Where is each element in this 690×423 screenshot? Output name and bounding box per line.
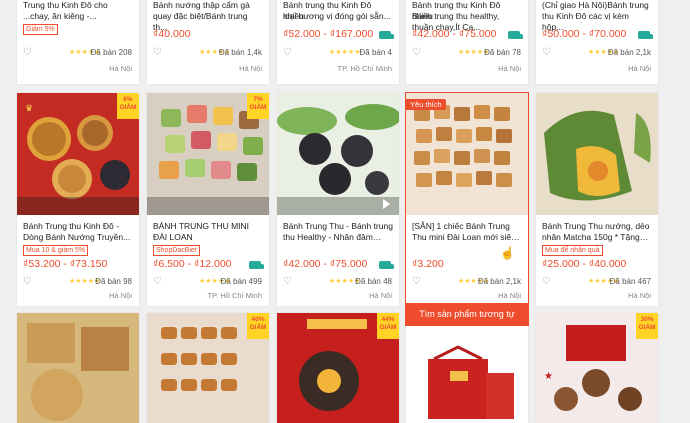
product-price: ₫50.000 - ₫70.000 xyxy=(542,28,627,40)
sold-count: Đã bán 98 xyxy=(95,277,132,286)
shop-location: TP. Hồ Chí Minh xyxy=(207,291,262,300)
sold-count: Đã bán 208 xyxy=(90,48,132,57)
promo-tag: Mua để nhận quà xyxy=(542,245,603,256)
svg-text:♛: ♛ xyxy=(25,103,33,113)
product-price: ₫3.200 xyxy=(412,258,444,270)
product-title: loại hương vị đóng gói sẵn... xyxy=(283,11,391,21)
sold-count: Đã bán 78 xyxy=(484,48,521,57)
heart-icon[interactable]: ♡ xyxy=(23,48,32,58)
product-card-top-4[interactable]: Bánh trung thu Kinh Đô nhiều Bánh trung … xyxy=(406,0,528,84)
product-card-top-1[interactable]: Trung thu Kinh Đô cho ...chay, ăn kiêng … xyxy=(17,0,139,84)
product-image[interactable] xyxy=(17,313,139,423)
freeship-truck-icon xyxy=(638,31,653,39)
product-title: [SẴN] 1 chiếc Bánh Trung Thu mini Đài Lo… xyxy=(412,221,516,242)
shop-location: Hà Nội xyxy=(628,291,651,300)
sold-count: Đã bán 2,1k xyxy=(477,277,521,286)
product-card-3[interactable]: Bánh Trung Thu - Bánh trung thu Healthy … xyxy=(277,93,399,306)
product-card-1[interactable]: ♛ 6% GIẢM Bánh Trung thu Kinh Đô - Dòng … xyxy=(17,93,139,306)
product-card-4[interactable]: Yêu thích [SẴN] 1 chiếc Bánh Trung Thu m… xyxy=(405,92,529,326)
heart-icon[interactable]: ♡ xyxy=(542,277,551,287)
hand-cursor-icon: ☝ xyxy=(500,246,515,260)
promo-tag: Mua 10 & giảm 5% xyxy=(23,245,89,256)
product-title: ...chay, ăn kiêng -... xyxy=(23,11,97,21)
freeship-truck-icon xyxy=(508,31,523,39)
product-card-top-3[interactable]: Bánh trung thu Kinh Đô nhiều loại hương … xyxy=(277,0,399,84)
product-title: Trung thu Kinh Đô cho xyxy=(23,0,108,10)
sold-count: Đã bán 499 xyxy=(220,277,262,286)
heart-icon[interactable]: ♡ xyxy=(23,277,32,287)
heart-icon[interactable]: ♡ xyxy=(542,48,551,58)
product-card-2[interactable]: 7% GIẢM BÁNH TRUNG THU MINI ĐÀI LOAN Sho… xyxy=(147,93,269,306)
heart-icon[interactable]: ♡ xyxy=(153,277,162,287)
product-title: Bánh Trung thu Kinh Đô - Dòng Bánh Nướng… xyxy=(23,221,131,242)
discount-badge: 30% GIẢM xyxy=(636,313,658,339)
product-title: Bánh Trung Thu nướng, dẻo nhân Matcha 15… xyxy=(542,221,650,242)
product-image[interactable] xyxy=(406,313,528,423)
product-price: ₫40.000 xyxy=(153,28,191,40)
heart-icon[interactable]: ♡ xyxy=(412,277,421,287)
shop-location: Hà Nội xyxy=(498,64,521,73)
sold-count: Đã bán 48 xyxy=(355,277,392,286)
product-card-bottom-1[interactable] xyxy=(17,313,139,423)
shop-tag: ShopDacBiet xyxy=(153,245,200,256)
sold-count: Đã bán 4 xyxy=(359,48,392,57)
freeship-truck-icon xyxy=(379,31,394,39)
product-price: ₫53.200 - ₫73.150 xyxy=(23,258,108,270)
product-price: ₫42.000 - ₫75.000 xyxy=(412,28,497,40)
product-title: (Chỉ giao Hà Nội)Bánh trung xyxy=(542,0,649,10)
product-price: ₫25.000 - ₫40.000 xyxy=(542,258,627,270)
rating-stars: ★★★★★ xyxy=(329,49,361,56)
discount-badge: 7% GIẢM xyxy=(247,93,269,119)
shop-location: Hà Nội xyxy=(369,291,392,300)
product-price: ₫52.000 - ₫167.000 xyxy=(283,28,374,40)
product-card-top-5[interactable]: (Chỉ giao Hà Nội)Bánh trung thu Kinh Đô … xyxy=(536,0,658,84)
product-card-bottom-5[interactable]: ★ 30% GIẢM xyxy=(536,313,658,423)
product-title: Bánh Trung Thu - Bánh trung thu Healthy … xyxy=(283,221,393,242)
freeship-truck-icon xyxy=(379,261,394,269)
play-video-icon[interactable] xyxy=(383,199,390,209)
product-card-bottom-4[interactable] xyxy=(406,313,528,423)
promo-tag: Giảm 5% xyxy=(23,24,58,35)
product-card-5[interactable]: Bánh Trung Thu nướng, dẻo nhân Matcha 15… xyxy=(536,93,658,306)
freeship-truck-icon xyxy=(249,261,264,269)
heart-icon[interactable]: ♡ xyxy=(412,48,421,58)
product-title: Bánh nướng thập cẩm gà xyxy=(153,0,250,10)
product-image[interactable] xyxy=(536,93,658,215)
shop-location: Hà Nội xyxy=(498,291,521,300)
product-title: BÁNH TRUNG THU MINI ĐÀI LOAN xyxy=(153,221,250,242)
shop-location: Hà Nội xyxy=(109,64,132,73)
product-card-bottom-3[interactable]: 44% GIẢM xyxy=(277,313,399,423)
product-image[interactable] xyxy=(277,93,399,215)
shop-location: TP. Hồ Chí Minh xyxy=(337,64,392,73)
heart-icon[interactable]: ♡ xyxy=(283,277,292,287)
favorite-badge: Yêu thích xyxy=(406,99,446,110)
product-price: ₫42.000 - ₫75.000 xyxy=(283,258,368,270)
heart-icon[interactable]: ♡ xyxy=(153,48,162,58)
shop-location: Hà Nội xyxy=(239,64,262,73)
sold-count: Đã bán 467 xyxy=(609,277,651,286)
discount-badge: 6% GIẢM xyxy=(117,93,139,119)
product-image[interactable] xyxy=(406,93,528,215)
shop-location: Hà Nội xyxy=(628,64,651,73)
product-price: ₫6.500 - ₫12.000 xyxy=(153,258,232,270)
discount-badge: 40% GIẢM xyxy=(247,313,269,339)
product-card-bottom-2[interactable]: 40% GIẢM xyxy=(147,313,269,423)
sold-count: Đã bán 2,1k xyxy=(607,48,651,57)
shop-location: Hà Nội xyxy=(109,291,132,300)
find-similar-button[interactable]: Tìm sản phẩm tương tự xyxy=(406,303,528,325)
svg-text:★: ★ xyxy=(544,371,553,382)
product-card-top-2[interactable]: Bánh nướng thập cẩm gà quay đặc biệt/Bán… xyxy=(147,0,269,84)
heart-icon[interactable]: ♡ xyxy=(283,48,292,58)
sold-count: Đã bán 1,4k xyxy=(218,48,262,57)
discount-badge: 44% GIẢM xyxy=(377,313,399,339)
